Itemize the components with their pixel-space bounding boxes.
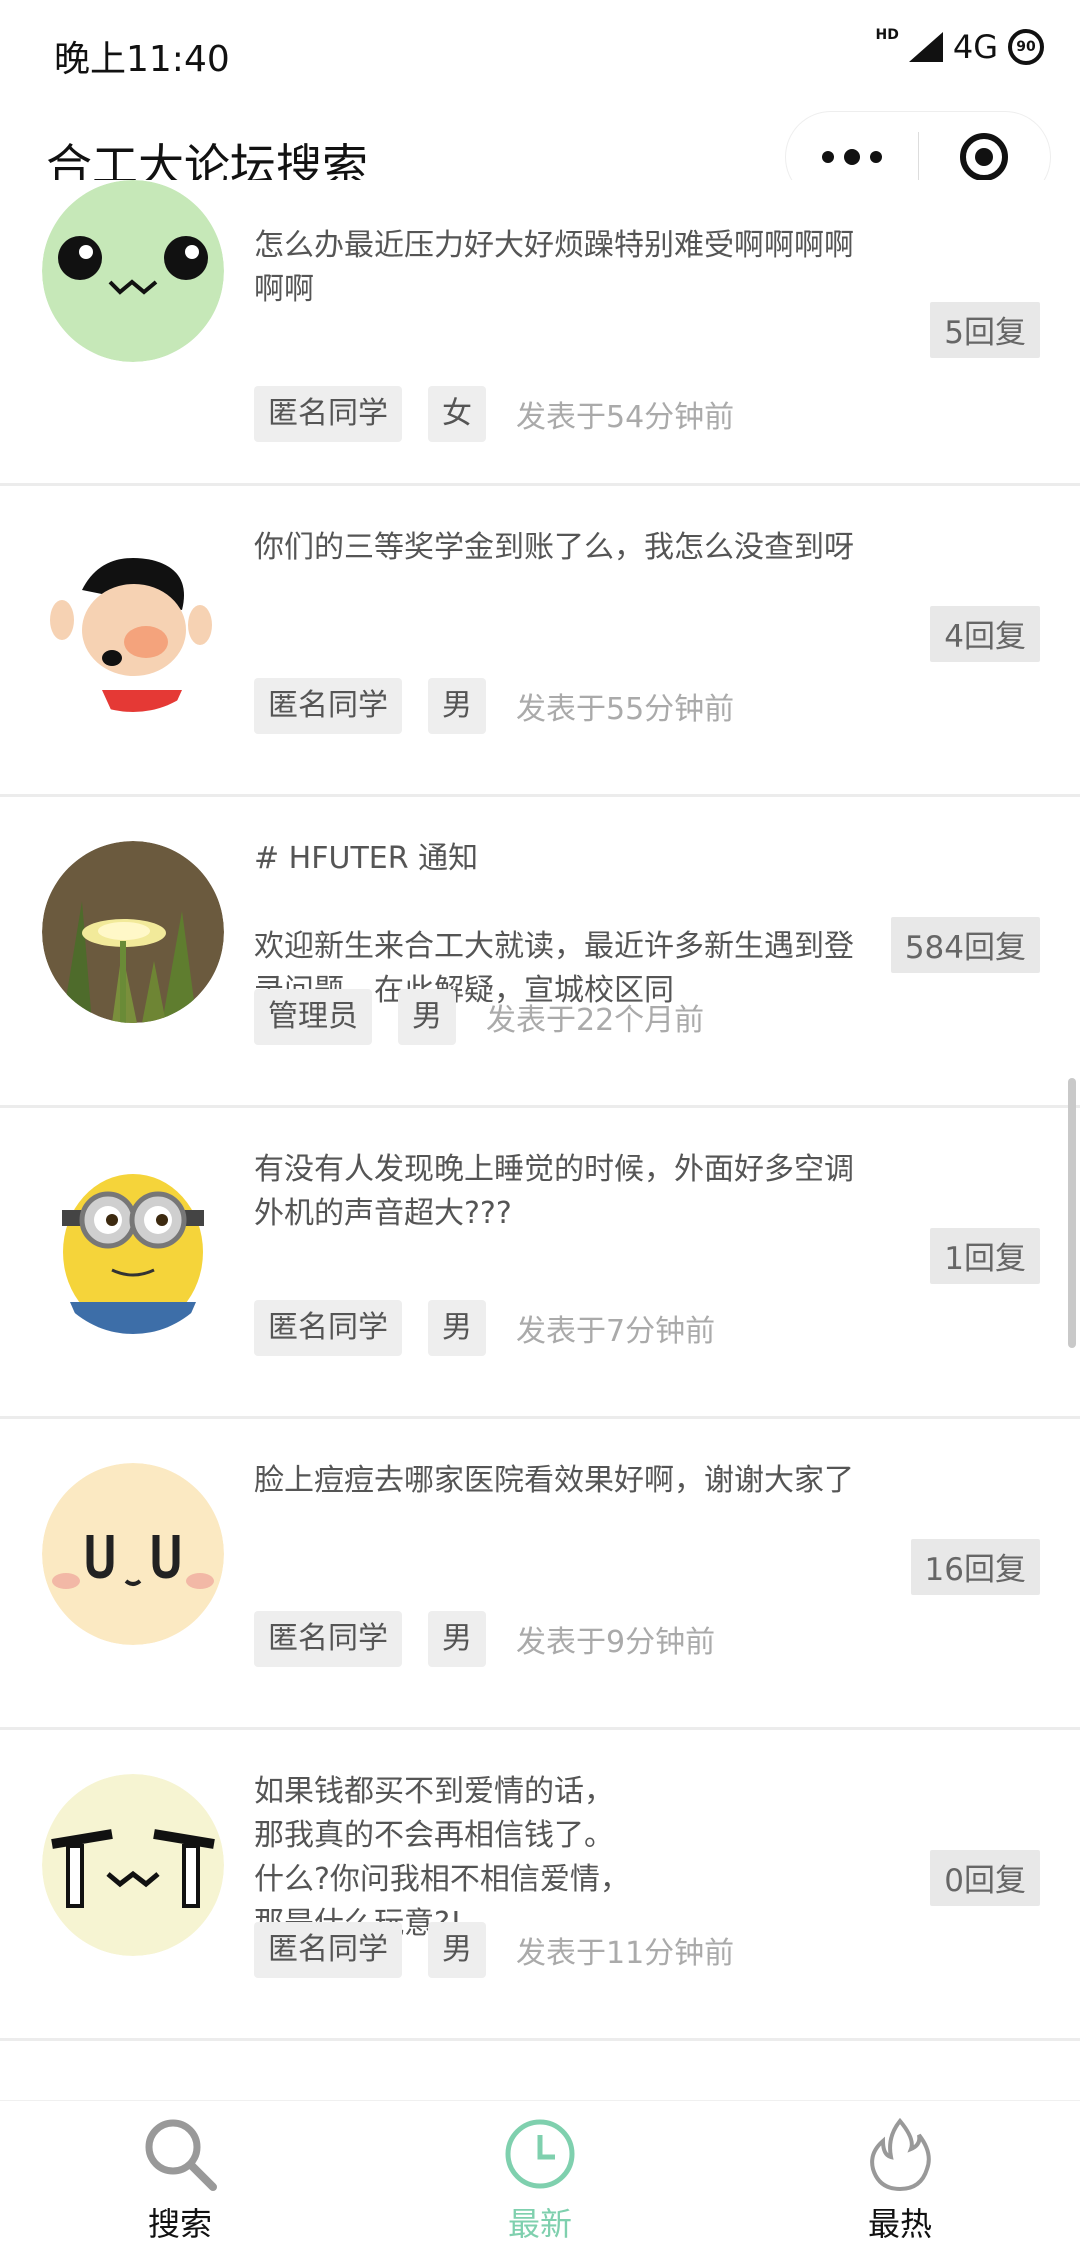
post-meta: 匿名同学 男 发表于11分钟前	[254, 1922, 734, 1978]
post-text: 怎么办最近压力好大好烦躁特别难受啊啊啊啊啊啊	[254, 228, 854, 307]
post-text: 如果钱都买不到爱情的话， 那我真的不会再相信钱了。 什么?你问我相不相信爱情， …	[254, 1774, 630, 1940]
clock-icon	[505, 2119, 575, 2189]
post-time: 发表于54分钟前	[516, 400, 735, 435]
post-meta: 匿名同学 男 发表于9分钟前	[254, 1611, 715, 1667]
post-time: 发表于55分钟前	[516, 692, 735, 727]
tab-label: 搜索	[147, 2205, 212, 2243]
post-time: 发表于22个月前	[486, 1003, 705, 1038]
flame-icon	[870, 2117, 931, 2192]
status-time: 晚上11:40	[54, 39, 230, 80]
author-tag: 匿名同学	[254, 1611, 402, 1667]
avatar	[42, 180, 224, 362]
gender-tag: 男	[428, 678, 486, 734]
network-type: 4G	[952, 28, 998, 66]
reply-count: 584回复	[890, 917, 1040, 973]
post-time: 发表于9分钟前	[516, 1625, 716, 1660]
post-item[interactable]: 脸上痘痘去哪家医院看效果好啊，谢谢大家了 16回复 匿名同学 男 发表于9分钟前	[0, 1419, 1080, 1730]
tab-latest[interactable]: 最新	[360, 2101, 720, 2248]
post-meta: 管理员 男 发表于22个月前	[254, 989, 704, 1045]
gender-tag: 男	[428, 1922, 486, 1978]
post-item-partial[interactable]	[0, 2041, 1080, 2100]
target-icon	[960, 133, 1009, 181]
reply-count: 4回复	[930, 606, 1040, 662]
post-item[interactable]: 如果钱都买不到爱情的话， 那我真的不会再相信钱了。 什么?你问我相不相信爱情， …	[0, 1730, 1080, 2041]
reply-count: 1回复	[930, 1228, 1040, 1284]
battery-icon: 90	[1008, 29, 1044, 65]
post-item[interactable]: 怎么办最近压力好大好烦躁特别难受啊啊啊啊啊啊 5回复 匿名同学 女 发表于54分…	[0, 180, 1080, 486]
author-tag: 匿名同学	[254, 678, 402, 734]
author-tag: 匿名同学	[254, 1922, 402, 1978]
post-item[interactable]: 你们的三等奖学金到账了么，我怎么没查到呀 4回复 匿名同学 男 发表于55分钟前	[0, 486, 1080, 797]
post-text: # HFUTER 通知 欢迎新生来合工大就读，最近许多新生遇到登录问题，在此解疑…	[254, 841, 854, 1008]
post-text: 脸上痘痘去哪家医院看效果好啊，谢谢大家了	[254, 1463, 854, 1498]
reply-count: 5回复	[930, 302, 1040, 358]
search-icon	[145, 2119, 217, 2191]
status-bar: 晚上11:40 HD 4G 90	[0, 0, 1080, 104]
post-time: 发表于11分钟前	[516, 1936, 735, 1971]
signal-icon	[908, 32, 943, 62]
author-tag: 匿名同学	[254, 386, 402, 442]
status-indicators: HD 4G 90	[875, 27, 1044, 66]
post-text: 有没有人发现晚上睡觉的时候，外面好多空调外机的声音超大???	[254, 1152, 854, 1231]
dot-icon	[821, 151, 834, 163]
gender-tag: 男	[398, 989, 456, 1045]
tab-search[interactable]: 搜索	[0, 2101, 360, 2248]
post-item[interactable]: # HFUTER 通知 欢迎新生来合工大就读，最近许多新生遇到登录问题，在此解疑…	[0, 797, 1080, 1108]
tab-hot[interactable]: 最热	[720, 2101, 1080, 2248]
hd-badge: HD	[875, 27, 899, 43]
gender-tag: 男	[428, 1300, 486, 1356]
scrollbar[interactable]	[1068, 1078, 1076, 1348]
avatar	[42, 530, 224, 712]
tab-label: 最新	[507, 2205, 572, 2243]
post-meta: 匿名同学 男 发表于7分钟前	[254, 1300, 715, 1356]
reply-count: 0回复	[930, 1850, 1040, 1906]
post-text: 你们的三等奖学金到账了么，我怎么没查到呀	[254, 530, 854, 565]
avatar	[42, 841, 224, 1023]
avatar	[42, 1774, 224, 1956]
post-time: 发表于7分钟前	[516, 1314, 716, 1349]
gender-tag: 女	[428, 386, 486, 442]
post-meta: 匿名同学 男 发表于55分钟前	[254, 678, 734, 734]
gender-tag: 男	[428, 1611, 486, 1667]
author-tag: 管理员	[254, 989, 372, 1045]
avatar	[42, 1463, 224, 1645]
dot-icon	[869, 151, 882, 163]
post-item[interactable]: 有没有人发现晚上睡觉的时候，外面好多空调外机的声音超大??? 1回复 匿名同学 …	[0, 1108, 1080, 1419]
tab-bar: 搜索 最新 最热	[0, 2100, 1080, 2248]
tab-label: 最热	[867, 2205, 932, 2243]
post-list[interactable]: 怎么办最近压力好大好烦躁特别难受啊啊啊啊啊啊 5回复 匿名同学 女 发表于54分…	[0, 180, 1080, 2100]
author-tag: 匿名同学	[254, 1300, 402, 1356]
reply-count: 16回复	[910, 1539, 1040, 1595]
post-meta: 匿名同学 女 发表于54分钟前	[254, 386, 734, 442]
avatar	[42, 1152, 224, 1334]
dot-icon	[843, 149, 860, 165]
